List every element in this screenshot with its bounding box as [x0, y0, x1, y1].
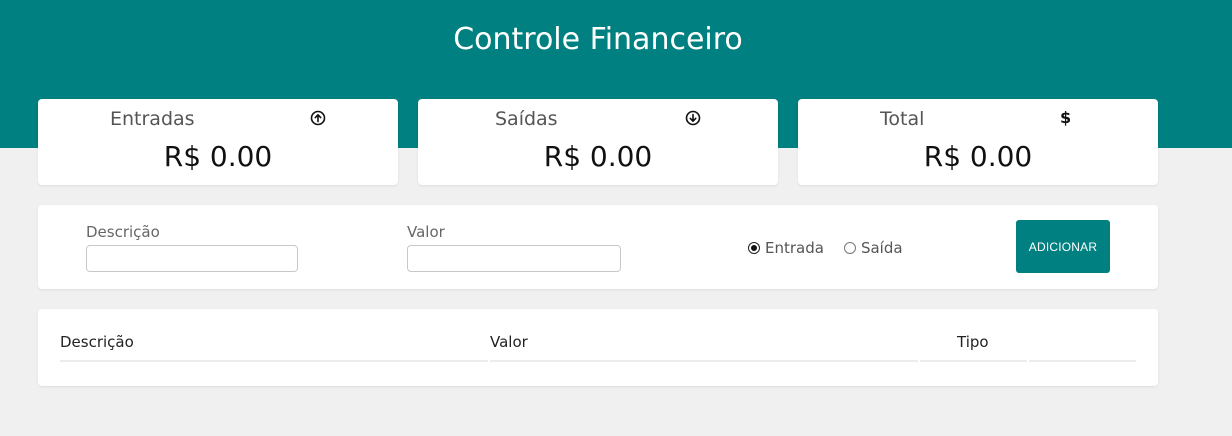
- add-button[interactable]: ADICIONAR: [1016, 220, 1110, 273]
- radio-saida-label: Saída: [860, 239, 903, 257]
- expense-value: R$ 0.00: [543, 140, 653, 173]
- column-divider: [490, 360, 918, 362]
- app-title: Controle Financeiro: [453, 22, 743, 57]
- total-value: R$ 0.00: [923, 140, 1033, 173]
- description-label: Descrição: [86, 223, 160, 241]
- arrow-down-circle-icon: [685, 110, 701, 126]
- description-input[interactable]: [86, 245, 298, 272]
- amount-label: Valor: [407, 223, 445, 241]
- radio-entrada[interactable]: [748, 242, 760, 254]
- amount-input[interactable]: [407, 245, 621, 272]
- income-label: Entradas: [110, 108, 195, 130]
- column-header-type: Tipo: [957, 333, 989, 351]
- radio-option-saida[interactable]: Saída: [843, 239, 903, 257]
- arrow-up-circle-icon: [310, 110, 326, 126]
- radio-entrada-label: Entrada: [765, 239, 824, 257]
- type-radio-group: Entrada Saída: [748, 239, 923, 257]
- income-value: R$ 0.00: [163, 140, 273, 173]
- column-divider: [60, 360, 488, 362]
- radio-option-entrada[interactable]: Entrada: [748, 239, 824, 257]
- column-divider: [920, 360, 1027, 362]
- expense-card: Saídas R$ 0.00: [418, 99, 778, 185]
- total-label: Total: [880, 108, 925, 130]
- transaction-form: Descrição Valor Entrada Saída ADICIONAR: [38, 205, 1158, 289]
- transactions-table: Descrição Valor Tipo: [38, 309, 1158, 386]
- column-header-amount: Valor: [490, 333, 528, 351]
- income-card: Entradas R$ 0.00: [38, 99, 398, 185]
- total-card: Total $ R$ 0.00: [798, 99, 1158, 185]
- dollar-icon: $: [1060, 108, 1072, 127]
- radio-saida[interactable]: [843, 242, 856, 254]
- column-header-description: Descrição: [60, 333, 134, 351]
- column-divider: [1029, 360, 1136, 362]
- expense-label: Saídas: [495, 108, 558, 130]
